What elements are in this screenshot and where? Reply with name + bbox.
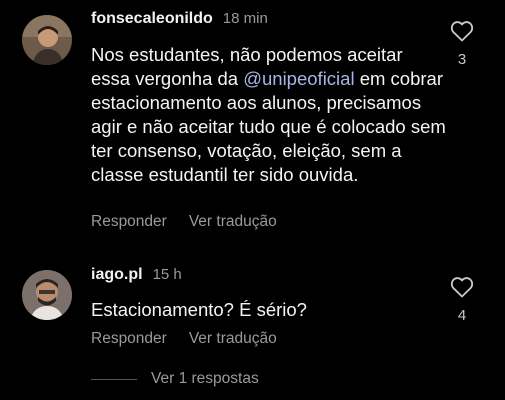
view-replies-label: Ver 1 respostas bbox=[151, 370, 259, 387]
comment-item: iago.pl 15 h Estacionamento? É sério? Re… bbox=[0, 0, 505, 347]
like-count: 4 bbox=[457, 307, 467, 324]
reply-button[interactable]: Responder bbox=[91, 213, 167, 231]
username[interactable]: iago.pl bbox=[91, 266, 143, 284]
comment-text: Estacionamento? É sério? bbox=[91, 299, 307, 320]
comment-meta: iago.pl 15 h bbox=[91, 266, 182, 284]
avatar[interactable] bbox=[22, 270, 72, 320]
comment-actions: Responder Ver tradução bbox=[91, 213, 277, 231]
comment-actions: Responder Ver tradução bbox=[91, 330, 277, 348]
like-control: 4 bbox=[448, 276, 476, 324]
translate-button[interactable]: Ver tradução bbox=[189, 213, 277, 231]
heart-outline-icon[interactable] bbox=[450, 277, 474, 302]
divider bbox=[91, 378, 137, 380]
reply-button[interactable]: Responder bbox=[91, 330, 167, 348]
translate-button[interactable]: Ver tradução bbox=[189, 330, 277, 348]
timestamp: 15 h bbox=[152, 266, 182, 283]
view-replies-button[interactable]: Ver 1 respostas bbox=[91, 370, 259, 388]
